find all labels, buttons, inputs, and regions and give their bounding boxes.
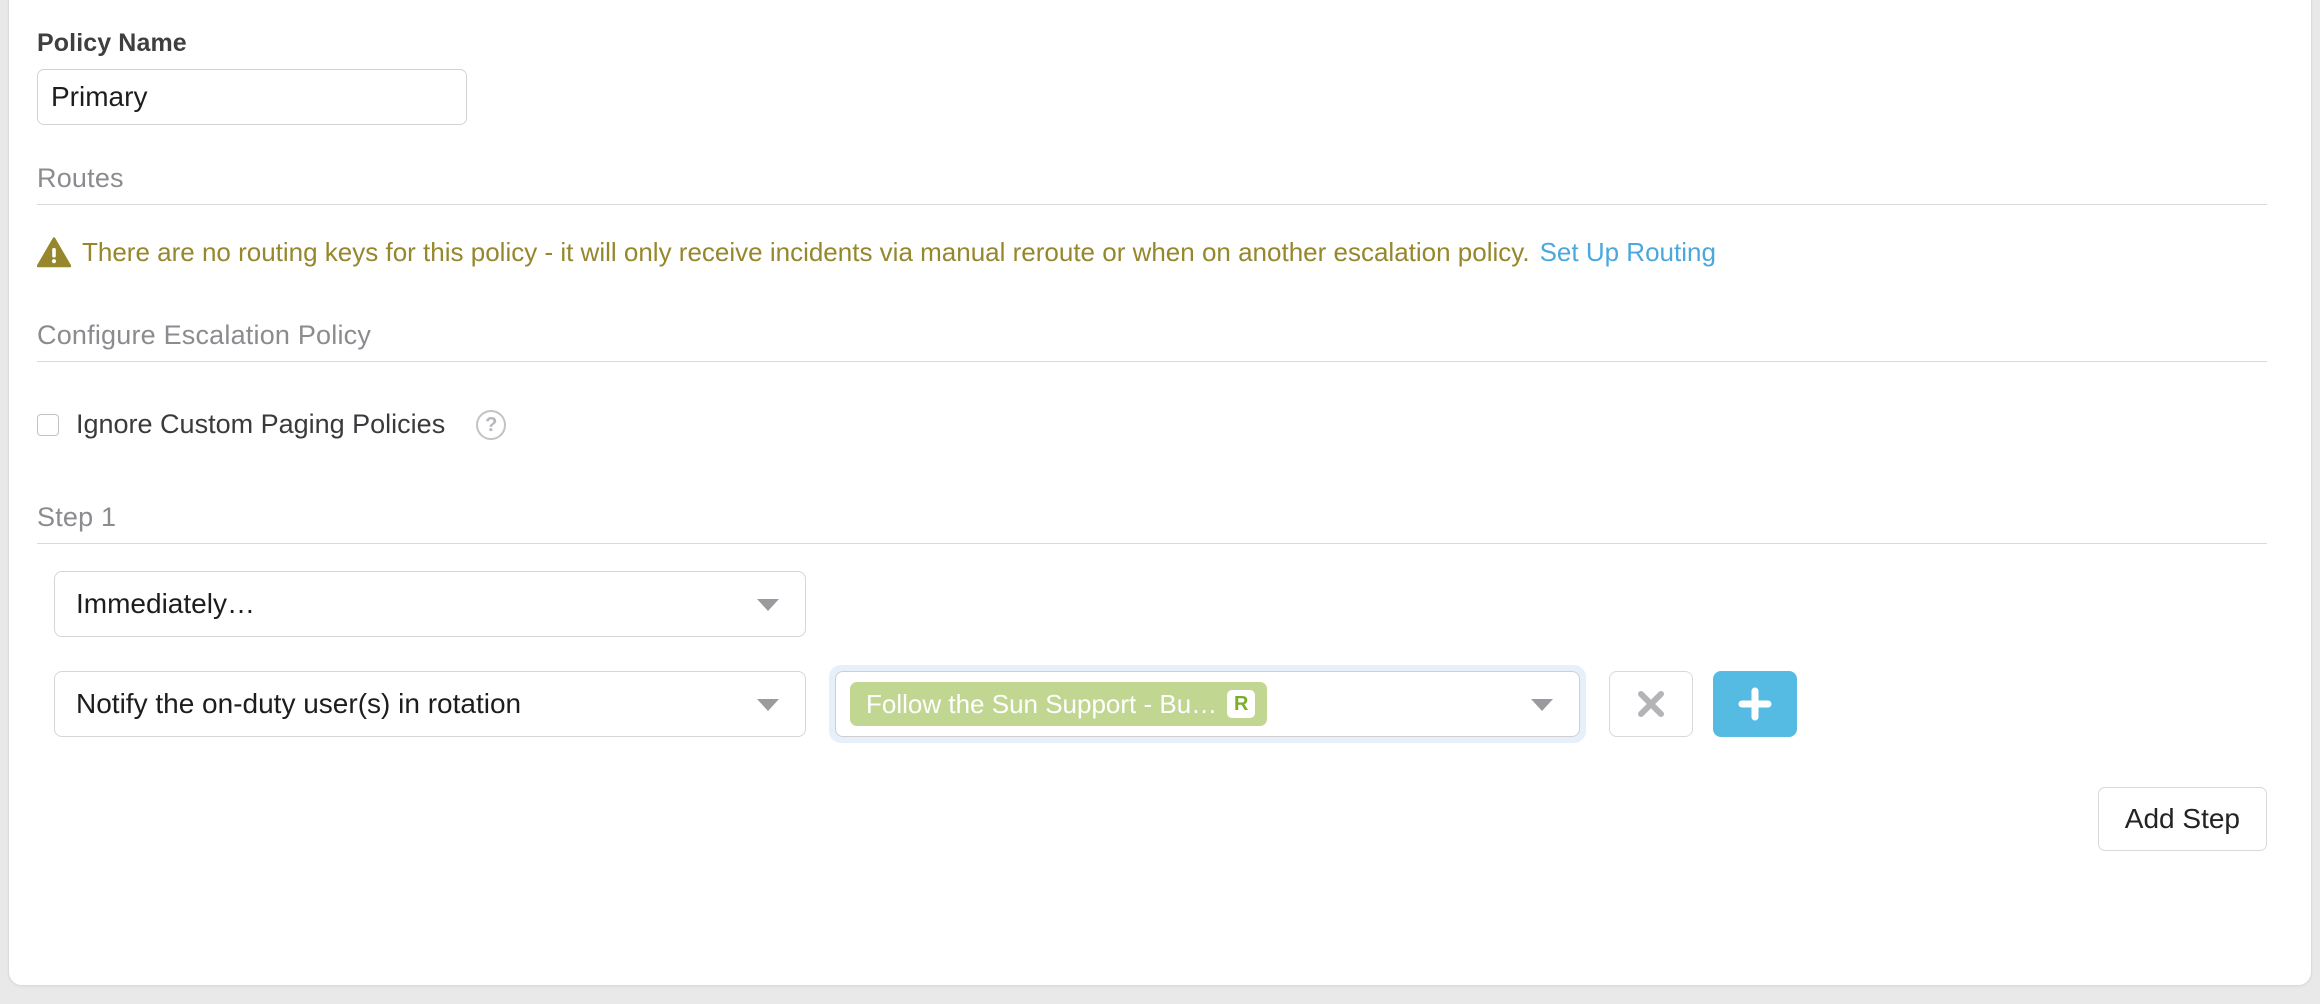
chevron-down-icon <box>757 699 779 712</box>
configure-heading: Configure Escalation Policy <box>37 320 372 351</box>
selected-target-token[interactable]: Follow the Sun Support - Bu… R <box>850 682 1268 727</box>
warning-message-text: There are no routing keys for this polic… <box>82 237 1530 267</box>
action-row: Notify the on-duty user(s) in rotation F… <box>54 665 2267 744</box>
notify-action-value: Notify the on-duty user(s) in rotation <box>76 688 522 720</box>
chevron-down-icon <box>757 599 779 612</box>
configure-escalation-policy-section: Configure Escalation Policy Ignore Custo… <box>9 320 2311 545</box>
no-routing-keys-warning: There are no routing keys for this polic… <box>37 237 2267 268</box>
ignore-custom-paging-policies-checkbox[interactable] <box>37 413 59 436</box>
set-up-routing-link[interactable]: Set Up Routing <box>1540 237 1716 267</box>
plus-icon <box>1738 687 1772 721</box>
step-heading: Step 1 <box>37 502 117 533</box>
configure-divider <box>37 361 2267 363</box>
selected-target-label: Follow the Sun Support - Bu… <box>866 688 1218 719</box>
target-select-focus-ring: Follow the Sun Support - Bu… R <box>829 665 1586 744</box>
policy-name-input[interactable] <box>37 69 467 125</box>
rotation-badge-icon: R <box>1227 690 1256 719</box>
routes-heading: Routes <box>37 163 124 193</box>
ignore-custom-paging-policies-row[interactable]: Ignore Custom Paging Policies ? <box>37 409 2267 440</box>
escalation-delay-select[interactable]: Immediately… <box>54 571 806 638</box>
routes-divider <box>37 204 2267 205</box>
routes-section: Routes There are no routing keys for thi… <box>9 163 2311 268</box>
step-divider <box>37 543 2267 545</box>
notify-target-select[interactable]: Follow the Sun Support - Bu… R <box>835 671 1580 738</box>
step-body: Immediately… Notify the on-duty user(s) … <box>9 571 2311 744</box>
warning-message: There are no routing keys for this polic… <box>82 237 1716 268</box>
escalation-policy-card: Policy Name Routes There are no routing … <box>8 0 2312 986</box>
chevron-down-icon <box>1531 699 1553 712</box>
remove-step-rule-button[interactable] <box>1609 671 1693 738</box>
policy-name-group: Policy Name <box>9 0 2311 125</box>
policy-name-label: Policy Name <box>37 29 187 57</box>
add-step-button[interactable]: Add Step <box>2097 787 2267 852</box>
help-circle-icon[interactable]: ? <box>476 409 507 440</box>
step-footer: Add Step <box>9 787 2311 852</box>
escalation-delay-value: Immediately… <box>76 588 255 620</box>
add-step-rule-button[interactable] <box>1713 671 1797 738</box>
delay-row: Immediately… <box>54 571 2267 638</box>
close-x-icon <box>1638 691 1664 718</box>
ignore-custom-paging-policies-label: Ignore Custom Paging Policies <box>76 409 446 440</box>
notify-action-select[interactable]: Notify the on-duty user(s) in rotation <box>54 671 806 738</box>
warning-triangle-icon <box>37 237 71 268</box>
